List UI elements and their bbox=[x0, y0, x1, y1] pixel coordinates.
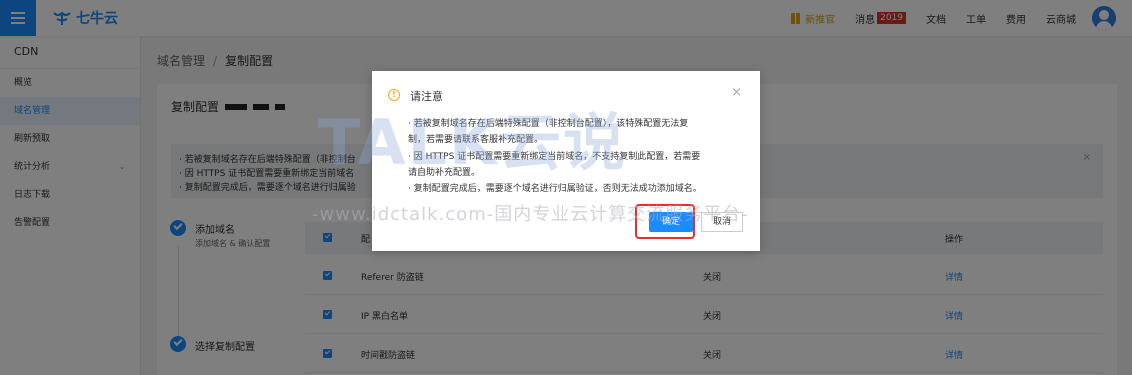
modal-text-line: · 若被复制域名存在后端特殊配置（非控制台配置），该特殊配置无法复 bbox=[408, 119, 689, 129]
modal-text-line: · 因 HTTPS 证书配置需要重新绑定当前域名，不支持复制此配置，若需要 bbox=[408, 152, 701, 162]
confirm-button[interactable]: 确定 bbox=[649, 212, 693, 232]
modal-title: 请注意 bbox=[410, 90, 443, 103]
close-icon[interactable]: × bbox=[731, 85, 742, 100]
notice-modal: ! 请注意 × · 若被复制域名存在后端特殊配置（非控制台配置），该特殊配置无法… bbox=[372, 71, 760, 251]
modal-text-line: 请自助补充配置。 bbox=[408, 168, 481, 178]
modal-text-line: 制，若需要请联系客服补充配置。 bbox=[408, 135, 544, 145]
warning-icon: ! bbox=[388, 89, 400, 101]
cancel-button[interactable]: 取消 bbox=[701, 212, 743, 232]
modal-text-line: · 复制配置完成后，需要逐个域名进行归属验证，否则无法成功添加域名。 bbox=[408, 184, 702, 194]
